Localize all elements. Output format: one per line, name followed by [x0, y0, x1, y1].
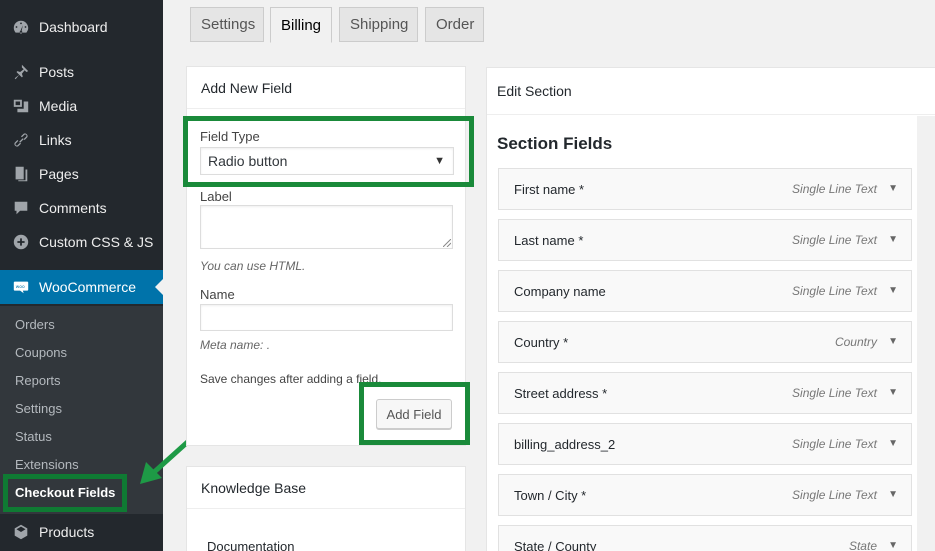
expand-caret-icon[interactable]: ▼ [888, 183, 898, 194]
menu-links[interactable]: Links [0, 123, 163, 157]
section-field-type: Country [834, 335, 877, 349]
menu-pages-label: Pages [39, 166, 79, 182]
tab-order[interactable]: Order [425, 7, 484, 42]
documentation-link[interactable]: Documentation [207, 539, 294, 551]
tab-shipping[interactable]: Shipping [339, 7, 418, 42]
section-field-name: billing_address_2 [514, 436, 616, 452]
section-field-row[interactable]: Country * Country ▼ [498, 321, 912, 363]
name-input[interactable] [200, 304, 453, 331]
resize-handle-icon[interactable] [443, 239, 451, 247]
expand-caret-icon[interactable]: ▼ [888, 234, 898, 245]
svg-text:woo: woo [16, 285, 25, 290]
dashboard-icon [11, 17, 31, 37]
section-field-name: Last name * [514, 232, 584, 248]
label-label: Label [200, 189, 232, 204]
submenu-orders[interactable]: Orders [15, 315, 55, 335]
section-field-row[interactable]: billing_address_2 Single Line Text ▼ [498, 423, 912, 465]
menu-media[interactable]: Media [0, 89, 163, 123]
tab-settings[interactable]: Settings [190, 7, 264, 42]
tab-billing[interactable]: Billing [270, 7, 332, 43]
submenu-reports[interactable]: Reports [15, 371, 61, 391]
pin-icon [11, 62, 31, 82]
expand-caret-icon[interactable]: ▼ [888, 438, 898, 449]
submenu-checkout-fields[interactable]: Checkout Fields [15, 483, 115, 503]
edit-section-panel: Edit Section Section Fields First name *… [486, 67, 935, 551]
section-field-row[interactable]: Town / City * Single Line Text ▼ [498, 474, 912, 516]
menu-posts-label: Posts [39, 64, 75, 80]
panel-gutter [917, 116, 935, 551]
menu-comments-label: Comments [39, 200, 107, 216]
edit-section-title: Edit Section [487, 68, 935, 115]
link-icon [11, 130, 31, 150]
expand-caret-icon[interactable]: ▼ [888, 336, 898, 347]
section-field-name: State / County [514, 538, 597, 551]
section-field-row[interactable]: First name * Single Line Text ▼ [498, 168, 912, 210]
comment-icon [11, 198, 31, 218]
knowledge-base-title: Knowledge Base [187, 467, 465, 509]
section-field-row[interactable]: Last name * Single Line Text ▼ [498, 219, 912, 261]
expand-caret-icon[interactable]: ▼ [888, 285, 898, 296]
expand-caret-icon[interactable]: ▼ [888, 489, 898, 500]
section-field-name: Town / City * [514, 487, 587, 503]
label-textarea[interactable] [200, 205, 453, 249]
menu-links-label: Links [39, 132, 72, 148]
section-field-type: State [848, 539, 877, 551]
section-field-type: Single Line Text [792, 284, 877, 298]
menu-custom-css-js-label: Custom CSS & JS [39, 234, 154, 250]
expand-caret-icon[interactable]: ▼ [888, 387, 898, 398]
add-new-field-panel: Add New Field Field Type Radio button ▼ … [186, 66, 466, 446]
menu-custom-css-js[interactable]: Custom CSS & JS [0, 225, 163, 259]
field-type-select[interactable]: Radio button ▼ [200, 147, 454, 175]
field-type-value: Radio button [208, 153, 288, 169]
menu-dashboard[interactable]: Dashboard [0, 10, 163, 44]
submenu-settings[interactable]: Settings [15, 399, 62, 419]
section-field-name: First name * [514, 181, 585, 197]
section-field-name: Street address * [514, 385, 608, 401]
pages-icon [11, 164, 31, 184]
menu-media-label: Media [39, 98, 78, 114]
current-menu-arrow [155, 279, 163, 295]
chevron-down-icon: ▼ [434, 155, 445, 167]
media-icon [11, 96, 31, 116]
add-new-field-title: Add New Field [187, 67, 465, 109]
meta-name-hint: Meta name: . [200, 338, 271, 352]
menu-pages[interactable]: Pages [0, 157, 163, 191]
section-fields-area: Section Fields First name * Single Line T… [487, 116, 917, 551]
label-hint: You can use HTML. [200, 259, 306, 273]
menu-products-label: Products [39, 524, 95, 540]
name-label: Name [200, 287, 235, 302]
section-field-name: Company name [514, 283, 606, 299]
menu-woocommerce-label: WooCommerce [39, 279, 136, 295]
section-field-row[interactable]: Company name Single Line Text ▼ [498, 270, 912, 312]
menu-comments[interactable]: Comments [0, 191, 163, 225]
submenu-extensions[interactable]: Extensions [15, 455, 79, 475]
woo-icon: woo [11, 277, 31, 297]
products-icon [11, 522, 31, 542]
menu-posts[interactable]: Posts [0, 55, 163, 89]
section-field-name: Country * [514, 334, 569, 350]
section-field-row[interactable]: State / County State ▼ [498, 525, 912, 551]
section-field-type: Single Line Text [792, 233, 877, 247]
plus-circle-icon [11, 232, 31, 252]
menu-products[interactable]: Products [0, 515, 163, 549]
section-field-type: Single Line Text [792, 488, 877, 502]
submenu-coupons[interactable]: Coupons [15, 343, 67, 363]
add-field-button[interactable]: Add Field [376, 399, 452, 429]
submenu-status[interactable]: Status [15, 427, 52, 447]
section-field-type: Single Line Text [792, 437, 877, 451]
menu-dashboard-label: Dashboard [39, 19, 108, 35]
section-field-row[interactable]: Street address * Single Line Text ▼ [498, 372, 912, 414]
section-field-type: Single Line Text [792, 182, 877, 196]
save-note: Save changes after adding a field. [200, 372, 382, 386]
knowledge-base-panel: Knowledge Base Documentation [186, 466, 466, 551]
field-type-label: Field Type [200, 129, 260, 144]
menu-woocommerce[interactable]: woo WooCommerce [0, 270, 163, 304]
expand-caret-icon[interactable]: ▼ [888, 540, 898, 551]
section-fields-title: Section Fields [497, 134, 613, 153]
section-field-type: Single Line Text [792, 386, 877, 400]
